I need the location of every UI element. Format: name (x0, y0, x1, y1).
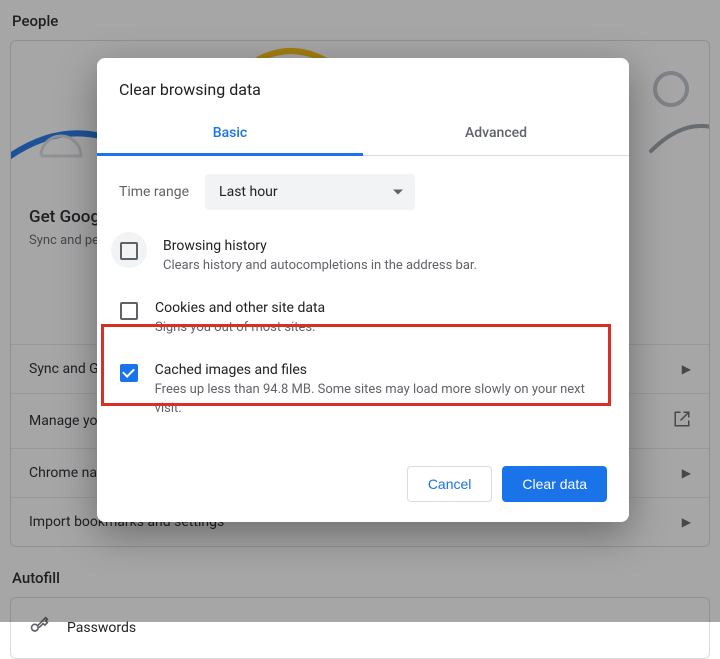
dialog-footer: Cancel Clear data (407, 466, 607, 502)
dialog-title: Clear browsing data (97, 58, 629, 99)
option-cached-files: Cached images and files Frees up less th… (119, 352, 607, 433)
checkbox-cookies[interactable] (120, 302, 138, 320)
time-range-select[interactable]: Last hour (205, 174, 415, 210)
checkbox-browsing-history[interactable] (120, 242, 138, 260)
tab-basic[interactable]: Basic (97, 113, 363, 155)
time-range-value: Last hour (219, 184, 278, 200)
option-browsing-history: Browsing history Clears history and auto… (119, 228, 607, 290)
time-range-label: Time range (119, 184, 189, 200)
clear-browsing-data-dialog: Clear browsing data Basic Advanced Time … (97, 58, 629, 522)
option-cached-desc: Frees up less than 94.8 MB. Some sites m… (155, 381, 607, 419)
checkbox-cached-files[interactable] (120, 364, 138, 382)
dialog-tabs: Basic Advanced (97, 113, 629, 156)
tab-advanced[interactable]: Advanced (363, 113, 629, 155)
clear-data-button[interactable]: Clear data (502, 466, 607, 502)
option-cookies-desc: Signs you out of most sites. (155, 319, 325, 338)
option-cookies: Cookies and other site data Signs you ou… (119, 290, 607, 352)
option-cookies-title: Cookies and other site data (155, 300, 325, 316)
option-browsing-history-title: Browsing history (163, 238, 477, 254)
option-cached-title: Cached images and files (155, 362, 607, 378)
row-passwords-label: Passwords (67, 620, 136, 636)
time-range-row: Time range Last hour (119, 174, 607, 210)
chevron-down-icon (393, 190, 403, 195)
cancel-button[interactable]: Cancel (407, 466, 493, 502)
option-browsing-history-desc: Clears history and autocompletions in th… (163, 257, 477, 276)
